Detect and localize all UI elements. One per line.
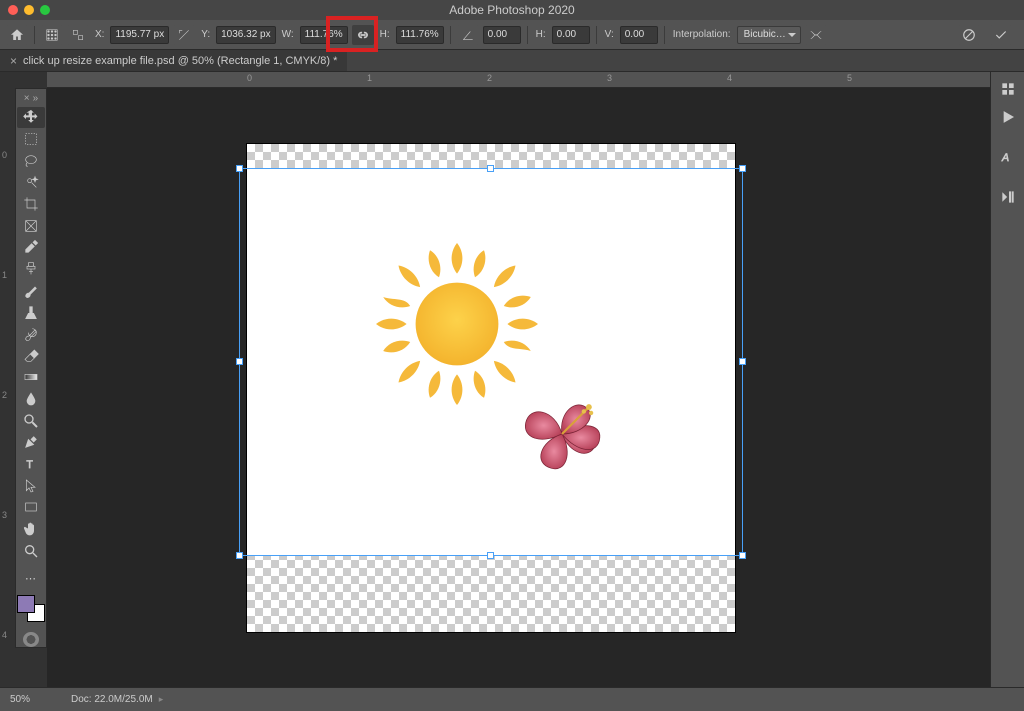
zoom-level[interactable]: 50% xyxy=(0,694,55,705)
type-tool[interactable]: T xyxy=(17,454,45,475)
h-field[interactable]: 111.76% xyxy=(396,26,444,44)
w-label: W: xyxy=(280,29,296,40)
window-minimize-dot[interactable] xyxy=(24,5,34,15)
handle-s[interactable] xyxy=(487,552,494,559)
x-field[interactable]: 1195.77 px xyxy=(110,26,169,44)
play-panel-icon[interactable] xyxy=(994,104,1022,130)
reference-point-selector[interactable] xyxy=(41,25,63,45)
foreground-color[interactable] xyxy=(17,595,35,613)
handle-nw[interactable] xyxy=(236,165,243,172)
quick-selection-tool[interactable] xyxy=(17,172,45,193)
window-titlebar: Adobe Photoshop 2020 xyxy=(0,0,1024,20)
horizontal-ruler: 0 1 2 3 4 5 xyxy=(47,72,990,88)
panel-grip[interactable]: ×» xyxy=(17,93,45,103)
link-aspect-ratio-button[interactable] xyxy=(352,25,374,45)
quick-mask-toggle[interactable] xyxy=(23,632,39,647)
y-field[interactable]: 1036.32 px xyxy=(216,26,276,44)
transform-bounding-box[interactable] xyxy=(239,168,743,556)
lasso-tool[interactable] xyxy=(17,150,45,171)
x-label: X: xyxy=(93,29,106,40)
handle-ne[interactable] xyxy=(739,165,746,172)
document-tab-bar: × click up resize example file.psd @ 50%… xyxy=(0,50,1024,72)
blur-tool[interactable] xyxy=(17,389,45,410)
status-bar: 50% Doc: 22.0M/25.0M xyxy=(0,687,1024,711)
handle-w[interactable] xyxy=(236,358,243,365)
canvas-area[interactable]: 0 1 2 3 4 5 xyxy=(47,72,990,687)
interpolation-label: Interpolation: xyxy=(671,29,733,40)
healing-brush-tool[interactable] xyxy=(17,259,45,280)
vertical-ruler: 0 1 2 3 4 xyxy=(0,72,15,687)
zoom-tool[interactable] xyxy=(17,540,45,561)
character-panel-icon[interactable]: A xyxy=(994,144,1022,170)
right-panel-dock: A xyxy=(990,72,1024,687)
pen-tool[interactable] xyxy=(17,432,45,453)
tools-panel: ×» T ⋯ xyxy=(15,88,47,648)
swap-xy-icon[interactable] xyxy=(173,25,195,45)
clone-stamp-tool[interactable] xyxy=(17,302,45,323)
gradient-tool[interactable] xyxy=(17,367,45,388)
w-field[interactable]: 111.76% xyxy=(300,26,348,44)
eraser-tool[interactable] xyxy=(17,345,45,366)
history-brush-tool[interactable] xyxy=(17,324,45,345)
path-selection-tool[interactable] xyxy=(17,475,45,496)
relative-positioning-toggle[interactable] xyxy=(67,25,89,45)
document-canvas[interactable] xyxy=(247,144,735,632)
hand-tool[interactable] xyxy=(17,519,45,540)
home-button[interactable] xyxy=(6,25,28,45)
crop-tool[interactable] xyxy=(17,194,45,215)
svg-text:A: A xyxy=(1001,152,1009,164)
y-label: Y: xyxy=(199,29,212,40)
skew-v-label: V: xyxy=(603,29,616,40)
dodge-tool[interactable] xyxy=(17,410,45,431)
skew-v-field[interactable]: 0.00 xyxy=(620,26,658,44)
handle-e[interactable] xyxy=(739,358,746,365)
warp-mode-button[interactable] xyxy=(805,25,827,45)
doc-info[interactable]: Doc: 22.0M/25.0M xyxy=(55,694,163,705)
window-zoom-dot[interactable] xyxy=(40,5,50,15)
handle-n[interactable] xyxy=(487,165,494,172)
rectangle-tool[interactable] xyxy=(17,497,45,518)
h-label: H: xyxy=(378,29,392,40)
color-swatches[interactable] xyxy=(17,595,45,621)
skew-h-label: H: xyxy=(534,29,548,40)
tools-presets-panel-icon[interactable] xyxy=(994,184,1022,210)
marquee-tool[interactable] xyxy=(17,129,45,150)
move-tool[interactable] xyxy=(17,107,45,128)
angle-field[interactable]: 0.00 xyxy=(483,26,521,44)
handle-se[interactable] xyxy=(739,552,746,559)
document-tab-label: click up resize example file.psd @ 50% (… xyxy=(23,55,337,67)
document-tab[interactable]: × click up resize example file.psd @ 50%… xyxy=(0,50,347,71)
interpolation-select[interactable]: Bicubic… xyxy=(737,26,801,44)
brush-tool[interactable] xyxy=(17,280,45,301)
frame-tool[interactable] xyxy=(17,215,45,236)
eyedropper-tool[interactable] xyxy=(17,237,45,258)
svg-text:T: T xyxy=(26,459,33,471)
edit-toolbar-button[interactable]: ⋯ xyxy=(17,568,45,589)
close-tab-icon[interactable]: × xyxy=(10,54,17,68)
options-bar: X: 1195.77 px Y: 1036.32 px W: 111.76% H… xyxy=(0,20,1024,50)
handle-sw[interactable] xyxy=(236,552,243,559)
properties-panel-icon[interactable] xyxy=(994,76,1022,102)
app-title: Adobe Photoshop 2020 xyxy=(449,3,574,17)
commit-transform-button[interactable] xyxy=(990,25,1012,45)
skew-h-field[interactable]: 0.00 xyxy=(552,26,590,44)
cancel-transform-button[interactable] xyxy=(958,25,980,45)
angle-icon xyxy=(457,25,479,45)
window-close-dot[interactable] xyxy=(8,5,18,15)
